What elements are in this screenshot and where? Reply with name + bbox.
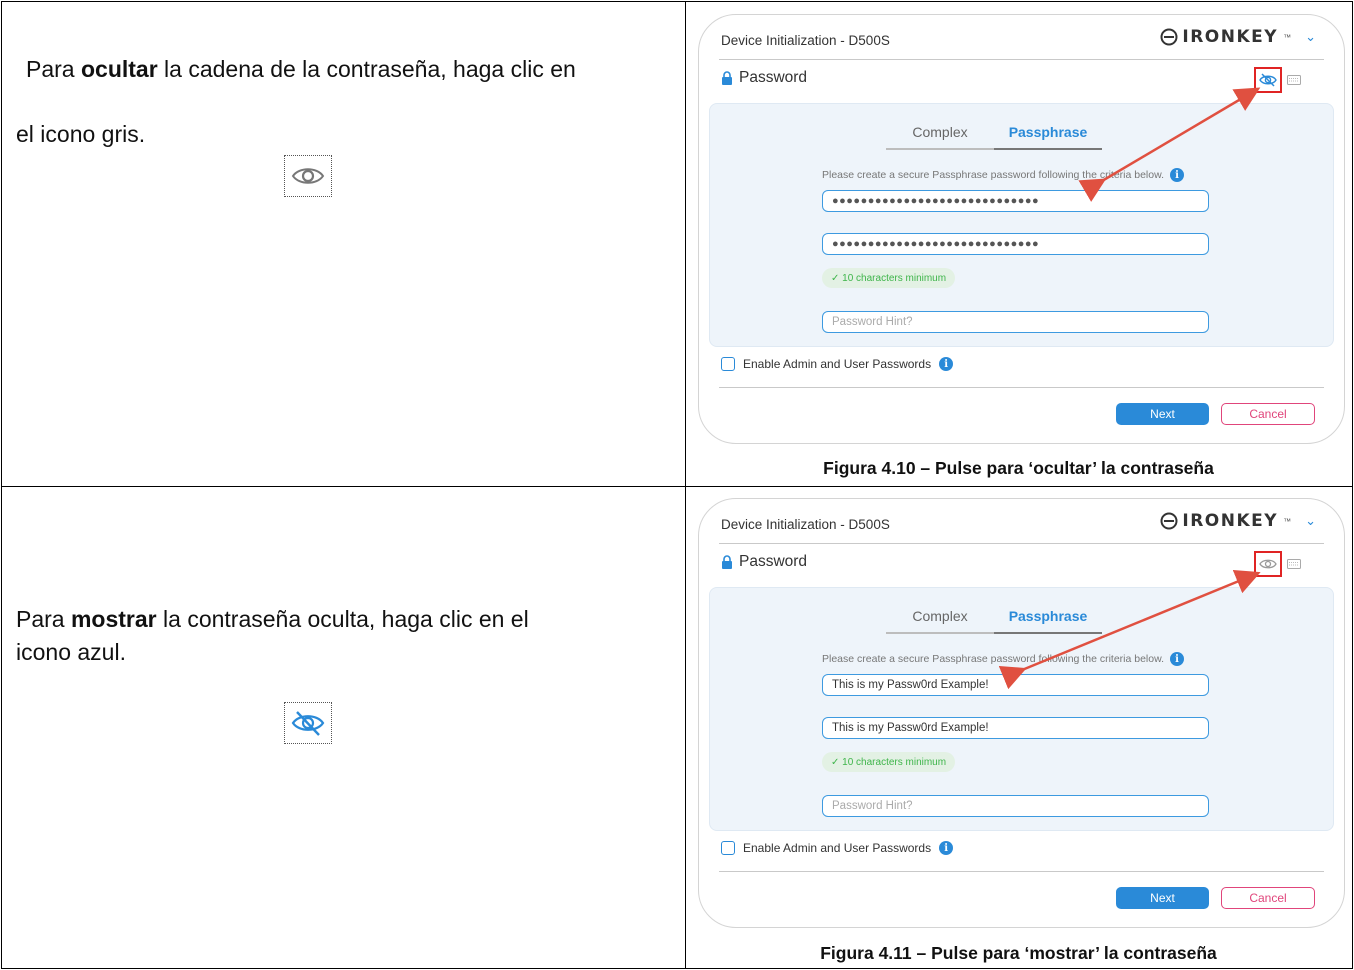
password-panel: Complex Passphrase Please create a secur… xyxy=(709,587,1334,831)
brand-logo: IRONKEY ™ ⌄ xyxy=(1160,27,1316,47)
admin-user-option[interactable]: Enable Admin and User Passwords i xyxy=(721,841,954,855)
figure-caption: Figura 4.10 – Pulse para ‘ocultar’ la co… xyxy=(823,458,1214,478)
section-header: Password xyxy=(721,69,807,87)
tab-bar: Complex Passphrase xyxy=(886,608,1102,634)
lock-icon xyxy=(722,71,732,85)
cancel-button[interactable]: Cancel xyxy=(1221,887,1315,909)
instruction-keyword: mostrar xyxy=(70,606,157,632)
figure-caption: Figura 4.11 – Pulse para ‘mostrar’ la co… xyxy=(820,943,1217,963)
password-visibility-toggle[interactable] xyxy=(1254,67,1282,93)
password-input[interactable]: ●●●●●●●●●●●●●●●●●●●●●●●●●●●●● xyxy=(822,190,1209,212)
dialog-title: Device Initialization - D500S xyxy=(721,517,890,532)
tab-passphrase[interactable]: Passphrase xyxy=(994,608,1102,634)
password-hint-input[interactable]: Password Hint? xyxy=(822,311,1209,333)
admin-user-option[interactable]: Enable Admin and User Passwords i xyxy=(721,357,954,371)
device-init-dialog: Device Initialization - D500S IRONKEY ™ ⌄… xyxy=(698,14,1345,444)
next-button[interactable]: Next xyxy=(1116,887,1209,909)
info-icon[interactable]: i xyxy=(939,357,954,371)
instruction-text: Para mostrar la contraseña oculta, haga … xyxy=(16,606,529,632)
keyboard-icon[interactable] xyxy=(1287,559,1301,569)
divider xyxy=(719,387,1324,388)
requirement-badge: ✓ 10 characters minimum xyxy=(822,268,956,288)
info-icon[interactable]: i xyxy=(939,841,954,855)
tab-complex[interactable]: Complex xyxy=(886,608,994,634)
next-button[interactable]: Next xyxy=(1116,403,1209,425)
admin-checkbox[interactable] xyxy=(721,841,735,855)
confirm-password-input[interactable]: This is my Passw0rd Example! xyxy=(822,717,1209,739)
password-panel: Complex Passphrase Please create a secur… xyxy=(709,103,1334,347)
criteria-text: Please create a secure Passphrase passwo… xyxy=(822,652,1185,666)
keyboard-icon[interactable] xyxy=(1287,75,1301,85)
device-init-dialog: Device Initialization - D500S IRONKEY ™ ⌄… xyxy=(698,498,1345,928)
instruction-keyword: ocultar xyxy=(80,56,158,82)
info-icon[interactable]: i xyxy=(1170,168,1185,182)
eye-icon xyxy=(284,155,332,197)
dialog-title: Device Initialization - D500S xyxy=(721,33,890,48)
tab-bar: Complex Passphrase xyxy=(886,124,1102,150)
instruction-text: Para ocultar la cadena de la contraseña,… xyxy=(26,56,576,82)
divider xyxy=(719,871,1324,872)
ironkey-logo-icon xyxy=(1160,28,1178,46)
chevron-down-icon[interactable]: ⌄ xyxy=(1305,513,1316,529)
eye-icon xyxy=(1259,559,1277,569)
eye-slash-icon xyxy=(1259,73,1277,87)
cancel-button[interactable]: Cancel xyxy=(1221,403,1315,425)
chevron-down-icon[interactable]: ⌄ xyxy=(1305,29,1316,45)
brand-logo: IRONKEY ™ ⌄ xyxy=(1160,511,1316,531)
tab-complex[interactable]: Complex xyxy=(886,124,994,150)
criteria-text: Please create a secure Passphrase passwo… xyxy=(822,168,1185,182)
admin-checkbox[interactable] xyxy=(721,357,735,371)
lock-icon xyxy=(722,555,732,569)
requirement-badge: ✓ 10 characters minimum xyxy=(822,752,956,772)
password-input[interactable]: This is my Passw0rd Example! xyxy=(822,674,1209,696)
divider xyxy=(719,59,1324,60)
tab-passphrase[interactable]: Passphrase xyxy=(994,124,1102,150)
instruction-text: icono azul. xyxy=(16,639,126,665)
divider xyxy=(719,543,1324,544)
password-visibility-toggle[interactable] xyxy=(1254,551,1282,577)
instruction-text: el icono gris. xyxy=(16,121,146,147)
confirm-password-input[interactable]: ●●●●●●●●●●●●●●●●●●●●●●●●●●●●● xyxy=(822,233,1209,255)
instruction-cell xyxy=(1,486,686,969)
ironkey-logo-icon xyxy=(1160,512,1178,530)
info-icon[interactable]: i xyxy=(1170,652,1185,666)
eye-slash-icon xyxy=(284,702,332,744)
password-hint-input[interactable]: Password Hint? xyxy=(822,795,1209,817)
section-header: Password xyxy=(721,553,807,571)
